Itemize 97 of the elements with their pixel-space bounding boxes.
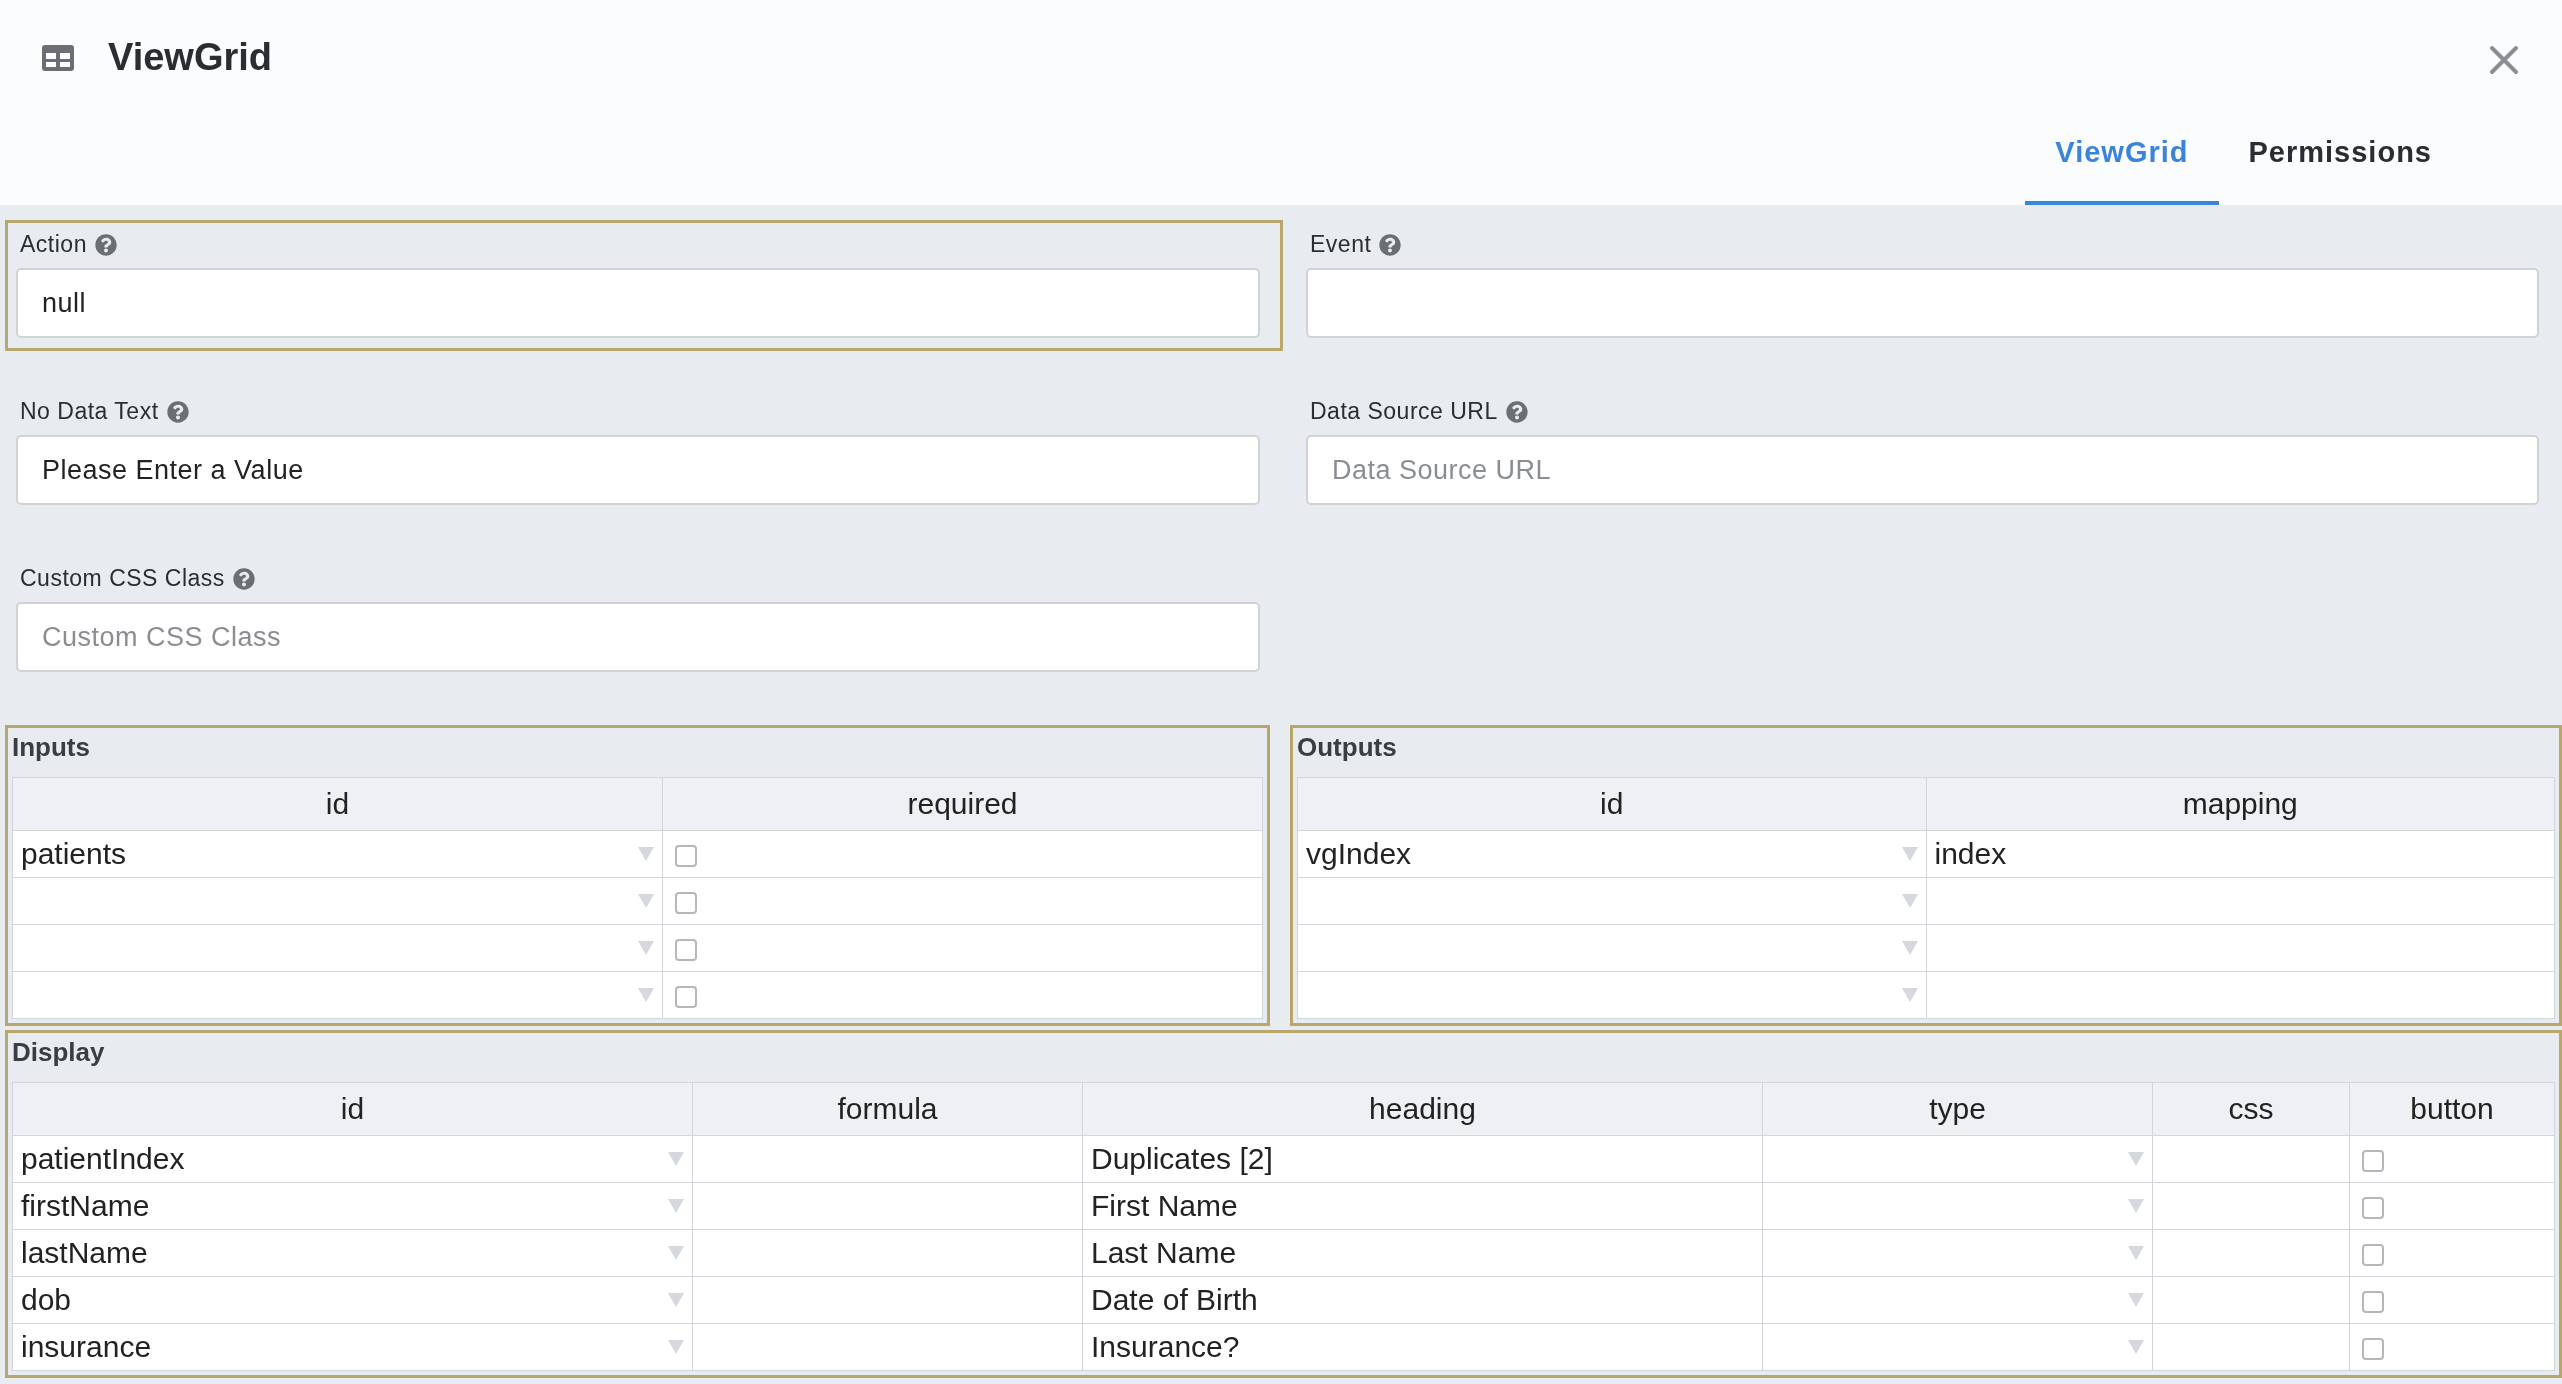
field-label: Data Source URL bbox=[1310, 398, 1498, 425]
column-header: id bbox=[1297, 777, 1926, 831]
select-cell[interactable] bbox=[1762, 1229, 2153, 1277]
caret-icon bbox=[668, 1152, 684, 1166]
close-button[interactable] bbox=[2488, 44, 2520, 76]
caret-icon bbox=[668, 1293, 684, 1307]
column-header: button bbox=[2349, 1082, 2555, 1136]
section-title: Inputs bbox=[12, 732, 91, 764]
table-cell[interactable] bbox=[692, 1229, 1083, 1277]
table-cell[interactable] bbox=[692, 1182, 1083, 1230]
table-cell[interactable] bbox=[1926, 971, 2555, 1019]
caret-icon bbox=[1901, 847, 1918, 861]
select-cell[interactable]: firstName bbox=[12, 1182, 693, 1230]
select-cell[interactable]: patients bbox=[12, 830, 663, 878]
select-cell[interactable] bbox=[1297, 924, 1926, 972]
table-cell[interactable] bbox=[2152, 1323, 2350, 1371]
column-header: type bbox=[1762, 1082, 2153, 1136]
select-cell[interactable] bbox=[1762, 1135, 2153, 1183]
select-cell[interactable] bbox=[1297, 877, 1926, 925]
checkbox[interactable] bbox=[675, 845, 697, 868]
table-cell[interactable]: Date of Birth bbox=[1082, 1276, 1763, 1324]
table-cell[interactable] bbox=[2152, 1229, 2350, 1277]
caret-icon bbox=[638, 847, 654, 861]
select-cell[interactable]: patientIndex bbox=[12, 1135, 693, 1183]
select-cell[interactable] bbox=[1297, 971, 1926, 1019]
select-cell[interactable] bbox=[1762, 1182, 2153, 1230]
select-cell[interactable] bbox=[1762, 1276, 2153, 1324]
field-label: Custom CSS Class bbox=[20, 565, 225, 592]
caret-icon bbox=[2128, 1152, 2144, 1166]
checkbox[interactable] bbox=[2362, 1338, 2384, 1361]
checkbox[interactable] bbox=[2362, 1197, 2384, 1220]
checkbox[interactable] bbox=[675, 939, 697, 962]
select-cell[interactable]: lastName bbox=[12, 1229, 693, 1277]
input-field[interactable]: null bbox=[16, 268, 1260, 338]
caret-icon bbox=[1901, 988, 1918, 1002]
tab[interactable]: ViewGrid bbox=[2025, 110, 2219, 205]
table-cell[interactable]: Insurance? bbox=[1082, 1323, 1763, 1371]
caret-icon bbox=[1901, 941, 1918, 955]
checkbox[interactable] bbox=[2362, 1244, 2384, 1267]
input-field[interactable] bbox=[1306, 268, 2539, 338]
caret-icon bbox=[668, 1199, 684, 1213]
table-cell[interactable] bbox=[1926, 877, 2555, 925]
help-icon bbox=[166, 400, 189, 423]
caret-icon bbox=[2128, 1199, 2144, 1213]
section-title: Outputs bbox=[1297, 732, 1398, 764]
caret-icon bbox=[2128, 1246, 2144, 1260]
table-cell[interactable] bbox=[2152, 1276, 2350, 1324]
column-header: required bbox=[662, 777, 1263, 831]
table-cell[interactable] bbox=[1926, 924, 2555, 972]
input-field[interactable]: Please Enter a Value bbox=[16, 435, 1260, 505]
field-label: No Data Text bbox=[20, 398, 159, 425]
help-icon bbox=[1505, 400, 1528, 423]
select-cell[interactable]: dob bbox=[12, 1276, 693, 1324]
select-cell[interactable] bbox=[12, 877, 663, 925]
select-cell[interactable] bbox=[12, 971, 663, 1019]
caret-icon bbox=[638, 988, 654, 1002]
checkbox[interactable] bbox=[2362, 1150, 2384, 1173]
help-icon bbox=[232, 567, 255, 590]
table-cell[interactable]: Duplicates [2] bbox=[1082, 1135, 1763, 1183]
checkbox[interactable] bbox=[675, 892, 697, 915]
table-cell[interactable]: Last Name bbox=[1082, 1229, 1763, 1277]
table-cell[interactable]: index bbox=[1926, 830, 2555, 878]
input-field[interactable]: Custom CSS Class bbox=[16, 602, 1260, 672]
table-cell[interactable]: First Name bbox=[1082, 1182, 1763, 1230]
caret-icon bbox=[2128, 1293, 2144, 1307]
caret-icon bbox=[638, 941, 654, 955]
caret-icon bbox=[2128, 1340, 2144, 1354]
column-header: formula bbox=[692, 1082, 1083, 1136]
caret-icon bbox=[668, 1246, 684, 1260]
caret-icon bbox=[638, 894, 654, 908]
grid-icon bbox=[42, 44, 74, 71]
column-header: heading bbox=[1082, 1082, 1763, 1136]
caret-icon bbox=[668, 1340, 684, 1354]
dialog-title: ViewGrid bbox=[108, 36, 273, 79]
column-header: id bbox=[12, 777, 663, 831]
field-label: Event bbox=[1310, 231, 1372, 258]
column-header: id bbox=[12, 1082, 693, 1136]
table-cell[interactable] bbox=[692, 1323, 1083, 1371]
column-header: css bbox=[2152, 1082, 2350, 1136]
section-title: Display bbox=[12, 1037, 106, 1069]
table-cell[interactable] bbox=[2152, 1135, 2350, 1183]
checkbox[interactable] bbox=[675, 986, 697, 1009]
column-header: mapping bbox=[1926, 777, 2555, 831]
table-cell[interactable] bbox=[2152, 1182, 2350, 1230]
help-icon bbox=[94, 233, 117, 256]
caret-icon bbox=[1901, 894, 1918, 908]
table-cell[interactable] bbox=[692, 1135, 1083, 1183]
select-cell[interactable] bbox=[1762, 1323, 2153, 1371]
help-icon bbox=[1379, 233, 1402, 256]
select-cell[interactable]: insurance bbox=[12, 1323, 693, 1371]
tab[interactable]: Permissions bbox=[2218, 110, 2462, 205]
select-cell[interactable] bbox=[12, 924, 663, 972]
field-label: Action bbox=[20, 231, 87, 258]
select-cell[interactable]: vgIndex bbox=[1297, 830, 1926, 878]
table-cell[interactable] bbox=[692, 1276, 1083, 1324]
checkbox[interactable] bbox=[2362, 1291, 2384, 1314]
input-field[interactable]: Data Source URL bbox=[1306, 435, 2539, 505]
